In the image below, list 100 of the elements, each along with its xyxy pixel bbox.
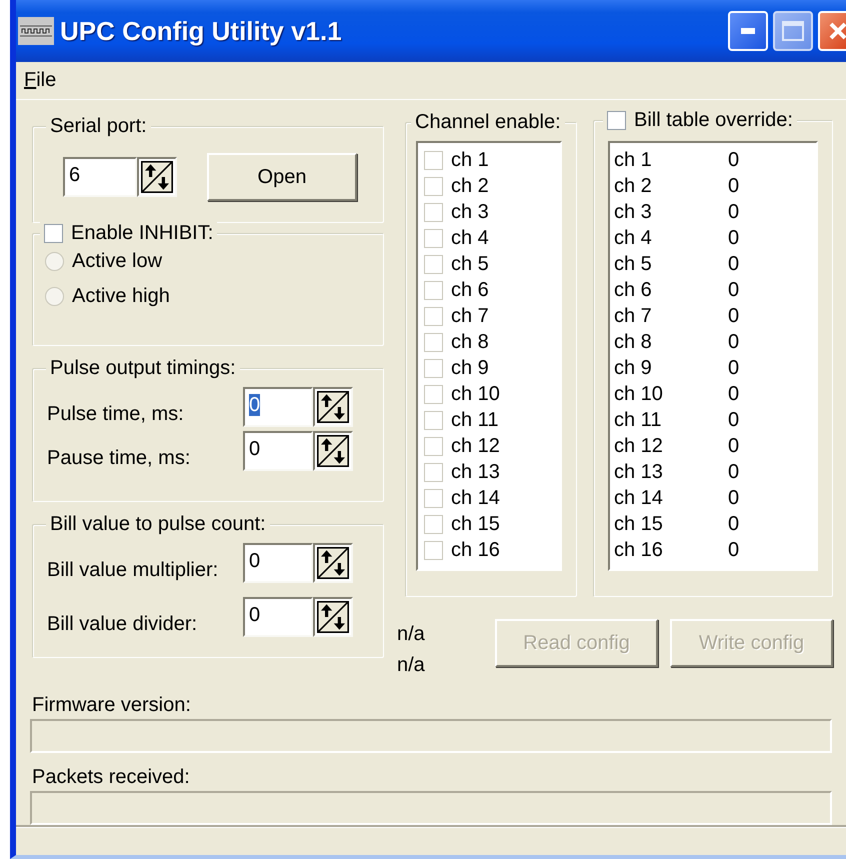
table-cell-text: 0 [728, 226, 740, 251]
field-label: Pulse time, ms: [47, 402, 184, 426]
spin-button[interactable] [313, 543, 353, 583]
checkbox[interactable] [424, 254, 443, 274]
checkbox-label: ch 13 [451, 460, 500, 485]
maximize-icon [782, 21, 804, 41]
table-cell-text: 0 [728, 330, 740, 355]
table-cell-text: ch 15 [614, 512, 664, 537]
group-title: Channel enable: [415, 110, 561, 134]
radio-label: Active high [72, 285, 170, 308]
group-title: Bill table override: [634, 108, 793, 132]
number-field[interactable]: 6 [63, 157, 137, 197]
table-cell-text: ch 4 [614, 226, 653, 251]
checkbox[interactable] [424, 228, 443, 248]
up-down-arrows-icon [317, 601, 349, 633]
up-down-arrows-icon [317, 391, 349, 423]
checkbox-label: ch 6 [451, 278, 489, 303]
checkbox[interactable] [424, 514, 443, 534]
checkbox-label: ch 7 [451, 304, 489, 329]
group-title: Pulse output timings: [50, 356, 236, 380]
table-cell-text: 0 [728, 512, 740, 537]
up-down-arrows-icon [141, 161, 173, 193]
checkbox[interactable] [424, 202, 443, 222]
up-down-arrows-icon [317, 435, 349, 467]
checkbox-label: ch 1 [451, 148, 489, 173]
checkbox[interactable] [424, 384, 443, 404]
checkbox-label: ch 8 [451, 330, 489, 355]
minimize-button[interactable] [728, 11, 768, 51]
checkbox[interactable] [607, 110, 626, 130]
table-cell-text: 0 [728, 278, 740, 303]
table-cell-text: 0 [728, 382, 740, 407]
checkbox[interactable] [424, 462, 443, 482]
table-cell-text: 0 [728, 200, 740, 225]
spin-button[interactable] [313, 597, 353, 637]
radio-button[interactable] [45, 287, 64, 306]
checkbox[interactable] [424, 280, 443, 300]
table-cell-text: ch 12 [614, 434, 664, 459]
table-cell-text: ch 10 [614, 382, 664, 407]
radio-button[interactable] [45, 252, 64, 271]
table-cell-text: 0 [728, 356, 740, 381]
checkbox-label: ch 5 [451, 252, 489, 277]
checkbox-label: ch 4 [451, 226, 489, 251]
close-button[interactable] [818, 11, 846, 51]
checkbox-label: ch 9 [451, 356, 489, 381]
number-field[interactable]: 0 [243, 431, 313, 471]
minimize-icon [741, 28, 755, 34]
group-title: Serial port: [50, 114, 147, 138]
open-button[interactable]: Open [207, 153, 357, 201]
checkbox[interactable] [424, 436, 443, 456]
field-label: Firmware version: [32, 693, 192, 717]
table-cell-text: 0 [728, 252, 740, 277]
field-label: Packets received: [32, 765, 191, 789]
checkbox-label: ch 12 [451, 434, 500, 459]
checkbox-label: ch 15 [451, 512, 500, 537]
table-cell-text: ch 8 [614, 330, 653, 355]
field-label: Pause time, ms: [47, 446, 190, 470]
field-label: Bill value multiplier: [47, 558, 218, 582]
table-cell-text: 0 [728, 304, 740, 329]
menu-item[interactable]: File [24, 69, 56, 92]
table-cell-text: 0 [728, 148, 740, 173]
up-down-arrows-icon [317, 547, 349, 579]
number-field[interactable]: 0 [243, 543, 313, 583]
table-cell-text: 0 [728, 408, 740, 433]
table-cell-text: 0 [728, 486, 740, 511]
checkbox-label: ch 14 [451, 486, 500, 511]
checkbox[interactable] [424, 332, 443, 352]
checkbox[interactable] [424, 358, 443, 378]
checkbox[interactable] [424, 176, 443, 196]
checkbox[interactable] [424, 540, 443, 560]
table-cell-text: ch 16 [614, 538, 664, 563]
table-cell-text: ch 13 [614, 460, 664, 485]
checkbox[interactable] [424, 410, 443, 430]
table-cell-text: ch 2 [614, 174, 653, 199]
table-cell-text: 0 [728, 174, 740, 199]
window-title: UPC Config Utility v1.1 [60, 16, 342, 46]
spin-button[interactable] [137, 157, 177, 197]
spin-button[interactable] [313, 387, 353, 427]
radio-label: Active low [72, 250, 162, 273]
spin-button[interactable] [313, 431, 353, 471]
checkbox-label: ch 2 [451, 174, 489, 199]
maximize-button[interactable] [773, 11, 813, 51]
checkbox[interactable] [424, 306, 443, 326]
table-cell-text: ch 14 [614, 486, 664, 511]
checkbox[interactable] [424, 488, 443, 508]
pulse-wave-icon [18, 17, 54, 45]
table-cell-text: ch 5 [614, 252, 653, 277]
table-cell-text: ch 3 [614, 200, 653, 225]
number-field[interactable]: 0 [243, 597, 313, 637]
close-icon [828, 21, 846, 41]
table-cell-text: ch 9 [614, 356, 653, 381]
table-cell-text: ch 11 [614, 408, 662, 433]
table-cell-text: 0 [728, 434, 740, 459]
number-field[interactable]: 0 [243, 387, 313, 427]
checkbox-label: ch 16 [451, 538, 500, 563]
field-label: Bill value divider: [47, 612, 198, 636]
status-text: n/a [397, 623, 426, 646]
checkbox-label: ch 10 [451, 382, 500, 407]
checkbox[interactable] [44, 224, 63, 242]
checkbox[interactable] [424, 150, 443, 170]
status-text: n/a [397, 654, 426, 677]
